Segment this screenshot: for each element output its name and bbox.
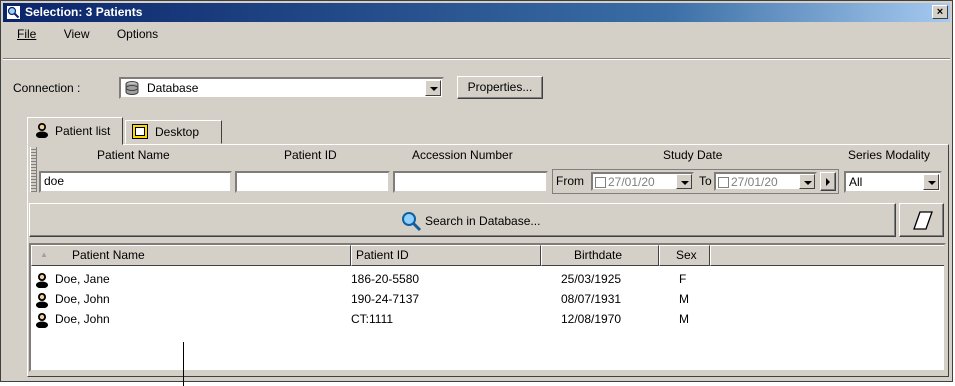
cell-patient-name: Doe, John: [55, 312, 110, 326]
cell-patient-id: 186-20-5580: [351, 272, 420, 286]
connection-label: Connection :: [13, 81, 81, 95]
table-row[interactable]: Doe, John 190-24-7137 08/07/1931 M: [31, 289, 944, 309]
cell-birthdate: 12/08/1970: [561, 312, 622, 326]
table-row[interactable]: Doe, Jane 186-20-5580 25/03/1925 F: [31, 269, 944, 289]
from-date-dropdown-arrow[interactable]: [676, 174, 692, 189]
arrow-right-icon: [826, 178, 830, 186]
panel-grip[interactable]: [30, 147, 37, 192]
to-date-dropdown-arrow[interactable]: [799, 174, 815, 189]
cell-patient-name: Doe, John: [55, 292, 110, 306]
tab-patient-list[interactable]: Patient list: [27, 117, 123, 145]
magnifier-icon: [400, 210, 422, 235]
connection-value: Database: [147, 81, 199, 95]
search-icon: [6, 5, 21, 20]
table-row[interactable]: Doe, John CT:1111 12/08/1970 M: [31, 309, 944, 329]
column-header-sex[interactable]: Sex: [659, 245, 710, 266]
selection-window: Selection: 3 Patients × File View Option…: [0, 0, 953, 382]
modality-dropdown-arrow[interactable]: [923, 174, 939, 190]
patient-results-list[interactable]: ▲ Patient Name Patient ID Birthdate Sex …: [29, 243, 946, 372]
column-header-patient-id[interactable]: Patient ID: [351, 245, 541, 266]
window-title: Selection: 3 Patients: [25, 5, 143, 19]
connection-select[interactable]: Database: [119, 77, 444, 99]
patient-icon: [34, 122, 50, 141]
filter-header-patient-id: Patient ID: [284, 148, 337, 162]
properties-button[interactable]: Properties...: [457, 76, 543, 99]
patient-icon: [35, 312, 49, 331]
search-database-button[interactable]: Search in Database...: [29, 203, 896, 237]
sort-ascending-icon: ▲: [40, 250, 48, 259]
cell-birthdate: 25/03/1925: [561, 272, 622, 286]
to-date-picker[interactable]: 27/01/20: [714, 172, 817, 191]
filter-header-study-date: Study Date: [663, 148, 723, 162]
filter-header-accession: Accession Number: [412, 148, 513, 162]
to-date-checkbox[interactable]: [718, 177, 729, 189]
desktop-icon: [132, 124, 148, 142]
eraser-icon: [912, 211, 934, 234]
menu-separator: [3, 58, 950, 60]
from-date-picker[interactable]: 27/01/20: [591, 172, 694, 191]
from-label: From: [556, 174, 584, 188]
accession-number-input[interactable]: [393, 171, 548, 193]
menu-options[interactable]: Options: [105, 25, 170, 43]
patient-name-input[interactable]: doe: [39, 171, 232, 193]
cell-patient-id: 190-24-7137: [351, 292, 420, 306]
cell-patient-id: CT:1111: [351, 312, 394, 326]
menu-file[interactable]: File: [5, 25, 48, 43]
title-bar[interactable]: Selection: 3 Patients ×: [3, 3, 950, 22]
text-cursor-indicator: [183, 342, 184, 386]
date-scroll-right-button[interactable]: [820, 172, 836, 191]
menu-bar: File View Options: [5, 25, 170, 43]
database-icon: [124, 80, 140, 99]
filter-header-series-modality: Series Modality: [848, 148, 931, 162]
cell-sex: M: [679, 312, 689, 326]
connection-dropdown-arrow[interactable]: [425, 80, 441, 96]
series-modality-select[interactable]: All: [844, 171, 942, 193]
cell-sex: M: [679, 292, 689, 306]
tab-desktop[interactable]: Desktop: [125, 120, 222, 144]
to-label: To: [699, 174, 712, 188]
close-button[interactable]: ×: [932, 5, 948, 19]
study-date-range: From 27/01/20 To 27/01/20: [552, 169, 839, 194]
column-header-birthdate[interactable]: Birthdate: [541, 245, 659, 266]
cell-patient-name: Doe, Jane: [55, 272, 110, 286]
cell-sex: F: [679, 272, 687, 286]
clear-filters-button[interactable]: [899, 203, 944, 237]
column-header-patient-name[interactable]: ▲ Patient Name: [31, 245, 351, 266]
menu-view[interactable]: View: [52, 25, 102, 43]
filter-header-patient-name: Patient Name: [97, 148, 170, 162]
patient-id-input[interactable]: [235, 171, 390, 193]
cell-birthdate: 08/07/1931: [561, 292, 622, 306]
column-header-filler: [710, 245, 944, 266]
from-date-checkbox[interactable]: [595, 177, 606, 189]
